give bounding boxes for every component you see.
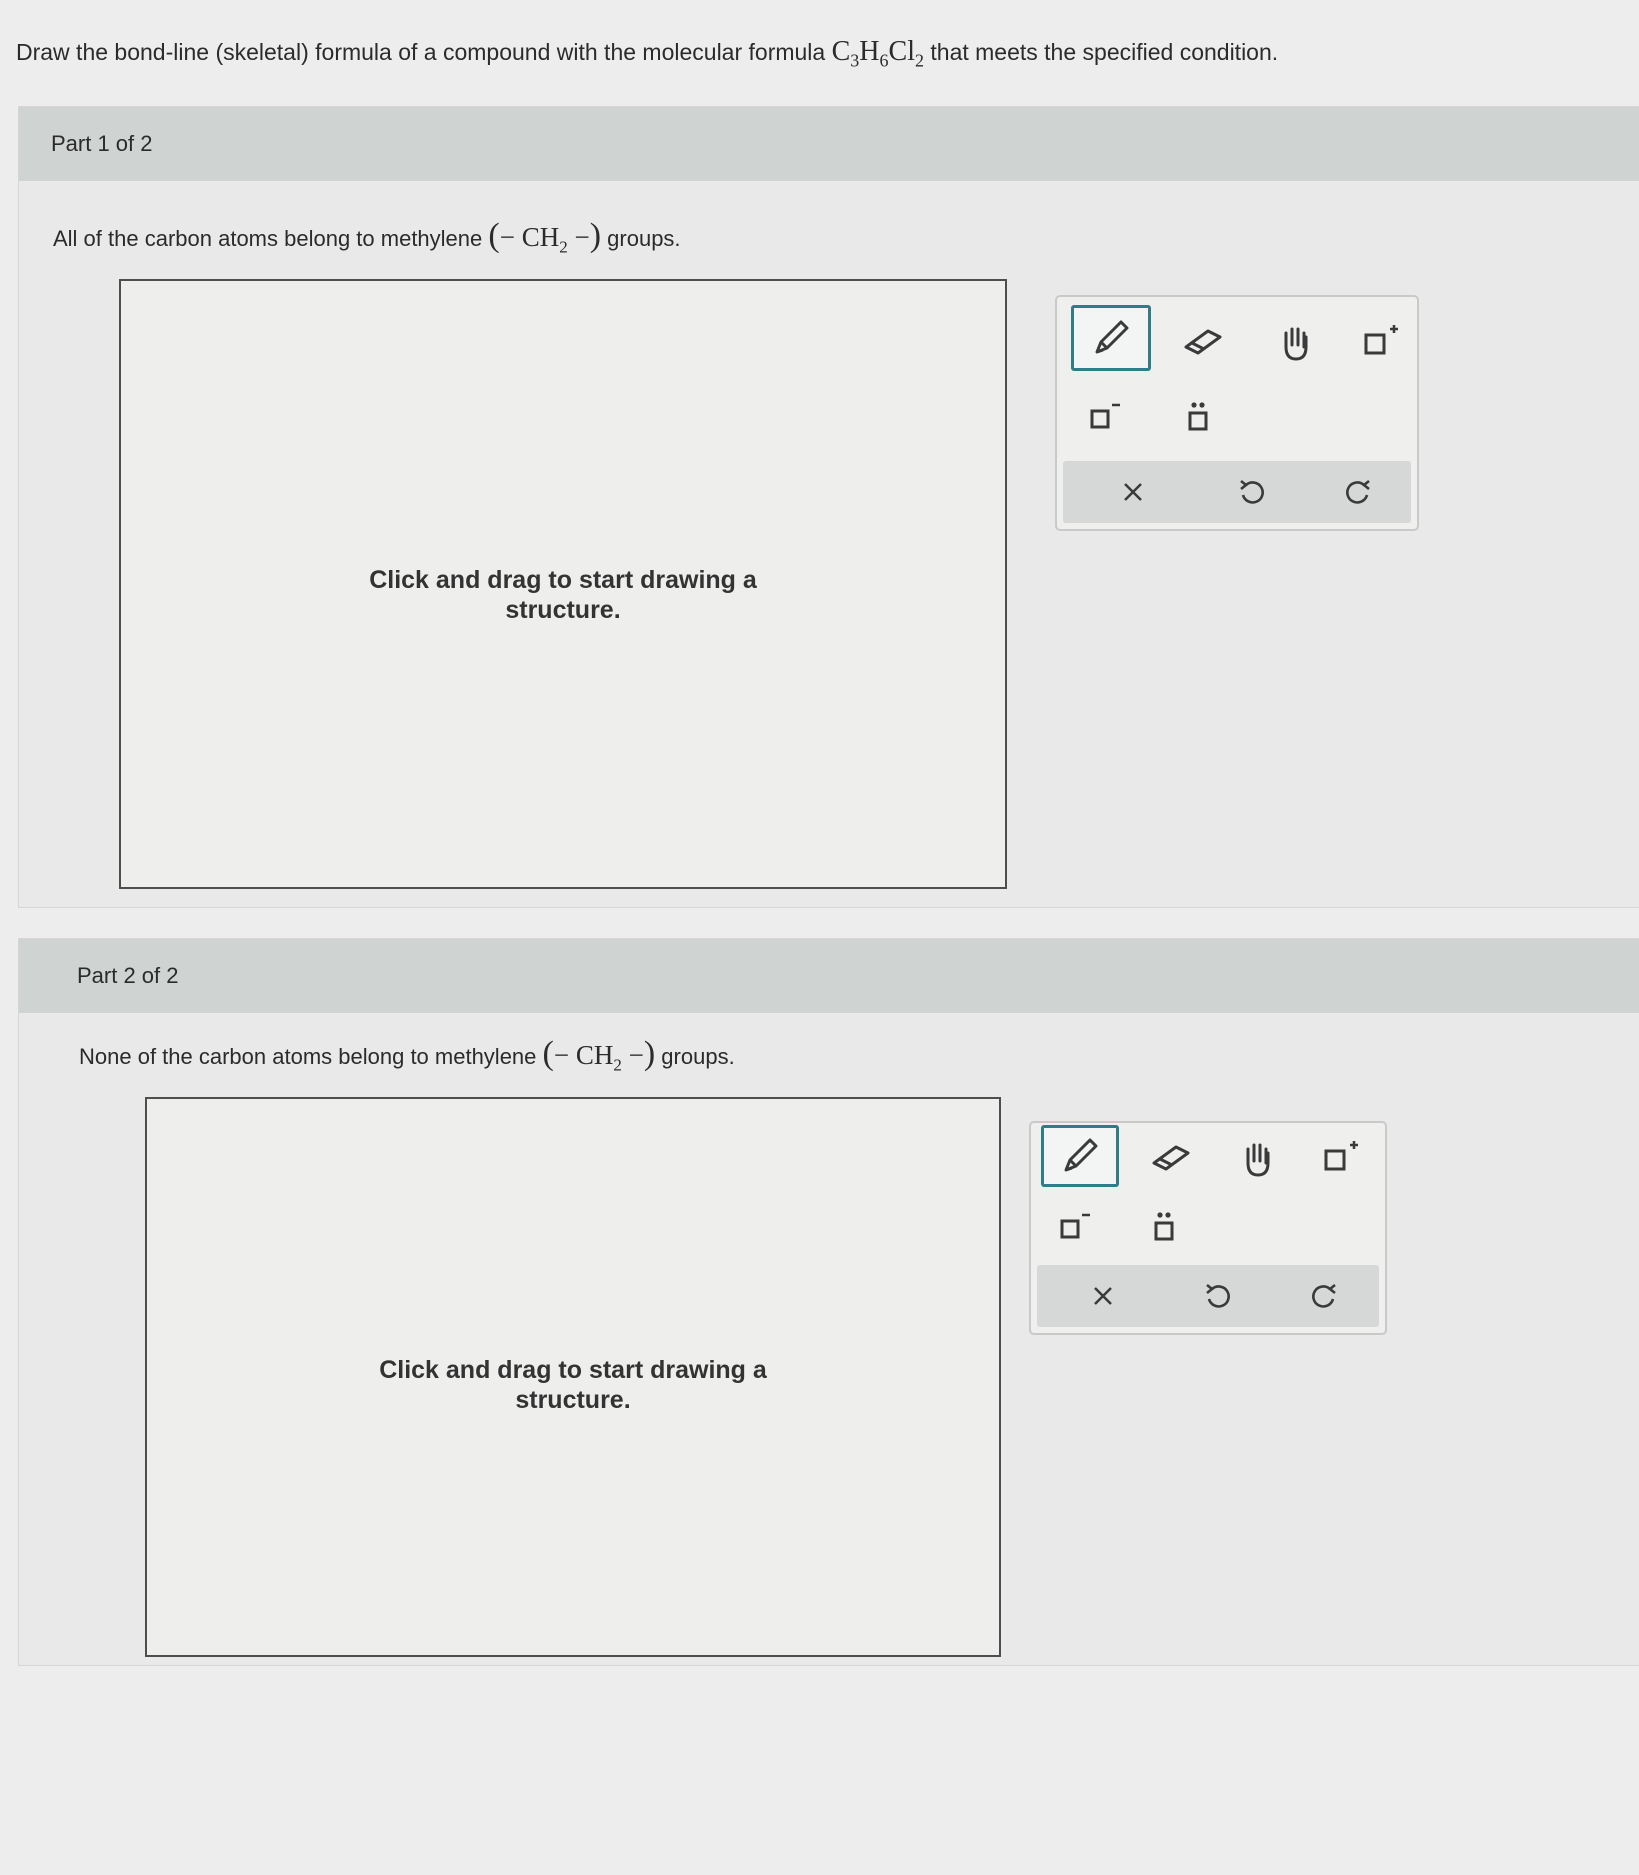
eraser-tool-button[interactable]	[1167, 311, 1237, 371]
undo-icon	[1240, 479, 1264, 504]
pencil-icon	[1064, 1138, 1098, 1172]
part-1-header: Part 1 of 2	[19, 107, 1639, 181]
add-charge-icon	[1324, 1141, 1358, 1171]
eraser-icon	[1152, 1145, 1190, 1171]
question-prefix: Draw the bond-line (skeletal) formula of…	[16, 39, 826, 65]
undo-icon	[1206, 1283, 1230, 1308]
lone-pair-icon	[1188, 402, 1208, 431]
clear-button[interactable]	[1073, 1271, 1133, 1321]
undo-button[interactable]	[1221, 467, 1281, 517]
redo-button[interactable]	[1329, 467, 1389, 517]
pencil-tool-button[interactable]	[1041, 1125, 1119, 1187]
part-2-header: Part 2 of 2	[19, 939, 1639, 1013]
lone-pair-icon	[1154, 1212, 1174, 1241]
redo-button[interactable]	[1295, 1271, 1355, 1321]
part-2-prompt: None of the carbon atoms belong to methy…	[79, 1035, 735, 1075]
part-2-panel: Part 2 of 2 None of the carbon atoms bel…	[18, 938, 1639, 1666]
question-suffix: that meets the specified condition.	[930, 39, 1279, 65]
molecular-formula: C3H6Cl2	[831, 36, 924, 71]
eraser-tool-button[interactable]	[1135, 1127, 1205, 1187]
clear-icon	[1094, 1287, 1112, 1305]
pencil-icon	[1095, 320, 1129, 354]
add-charge-icon	[1364, 325, 1398, 355]
toolbar-actions	[1037, 1265, 1379, 1327]
negative-charge-button[interactable]	[1039, 1197, 1109, 1257]
move-tool-button[interactable]	[1261, 311, 1331, 371]
part-1-panel: Part 1 of 2 All of the carbon atoms belo…	[18, 106, 1639, 908]
canvas-hint: Click and drag to start drawing a struct…	[369, 566, 757, 624]
add-charge-button[interactable]	[1305, 1127, 1375, 1187]
negative-charge-button[interactable]	[1069, 387, 1139, 447]
methylene-group: (− CH2 −)	[488, 217, 602, 257]
methylene-group: (− CH2 −)	[542, 1035, 656, 1075]
negative-charge-icon	[1090, 403, 1120, 429]
drawing-toolbar-part-2	[1029, 1121, 1387, 1335]
lone-pair-button[interactable]	[1129, 1197, 1199, 1257]
clear-button[interactable]	[1103, 467, 1163, 517]
part-1-prompt: All of the carbon atoms belong to methyl…	[53, 217, 681, 257]
lone-pair-button[interactable]	[1163, 387, 1233, 447]
clear-icon	[1124, 483, 1142, 501]
question-text: Draw the bond-line (skeletal) formula of…	[16, 30, 1576, 83]
add-charge-button[interactable]	[1345, 311, 1415, 371]
drawing-canvas-part-1[interactable]: Click and drag to start drawing a struct…	[119, 279, 1007, 889]
redo-icon	[1346, 479, 1370, 504]
hand-icon	[1246, 1143, 1270, 1177]
canvas-hint: Click and drag to start drawing a struct…	[379, 1356, 767, 1414]
hand-icon	[1284, 327, 1308, 361]
toolbar-actions	[1063, 461, 1411, 523]
redo-icon	[1312, 1283, 1336, 1308]
negative-charge-icon	[1060, 1213, 1090, 1239]
part-2-label: Part 2 of 2	[77, 963, 179, 988]
undo-button[interactable]	[1187, 1271, 1247, 1321]
eraser-icon	[1184, 329, 1222, 355]
drawing-canvas-part-2[interactable]: Click and drag to start drawing a struct…	[145, 1097, 1001, 1657]
drawing-toolbar-part-1	[1055, 295, 1419, 531]
part-1-label: Part 1 of 2	[51, 131, 153, 156]
move-tool-button[interactable]	[1223, 1127, 1293, 1187]
pencil-tool-button[interactable]	[1071, 305, 1151, 371]
